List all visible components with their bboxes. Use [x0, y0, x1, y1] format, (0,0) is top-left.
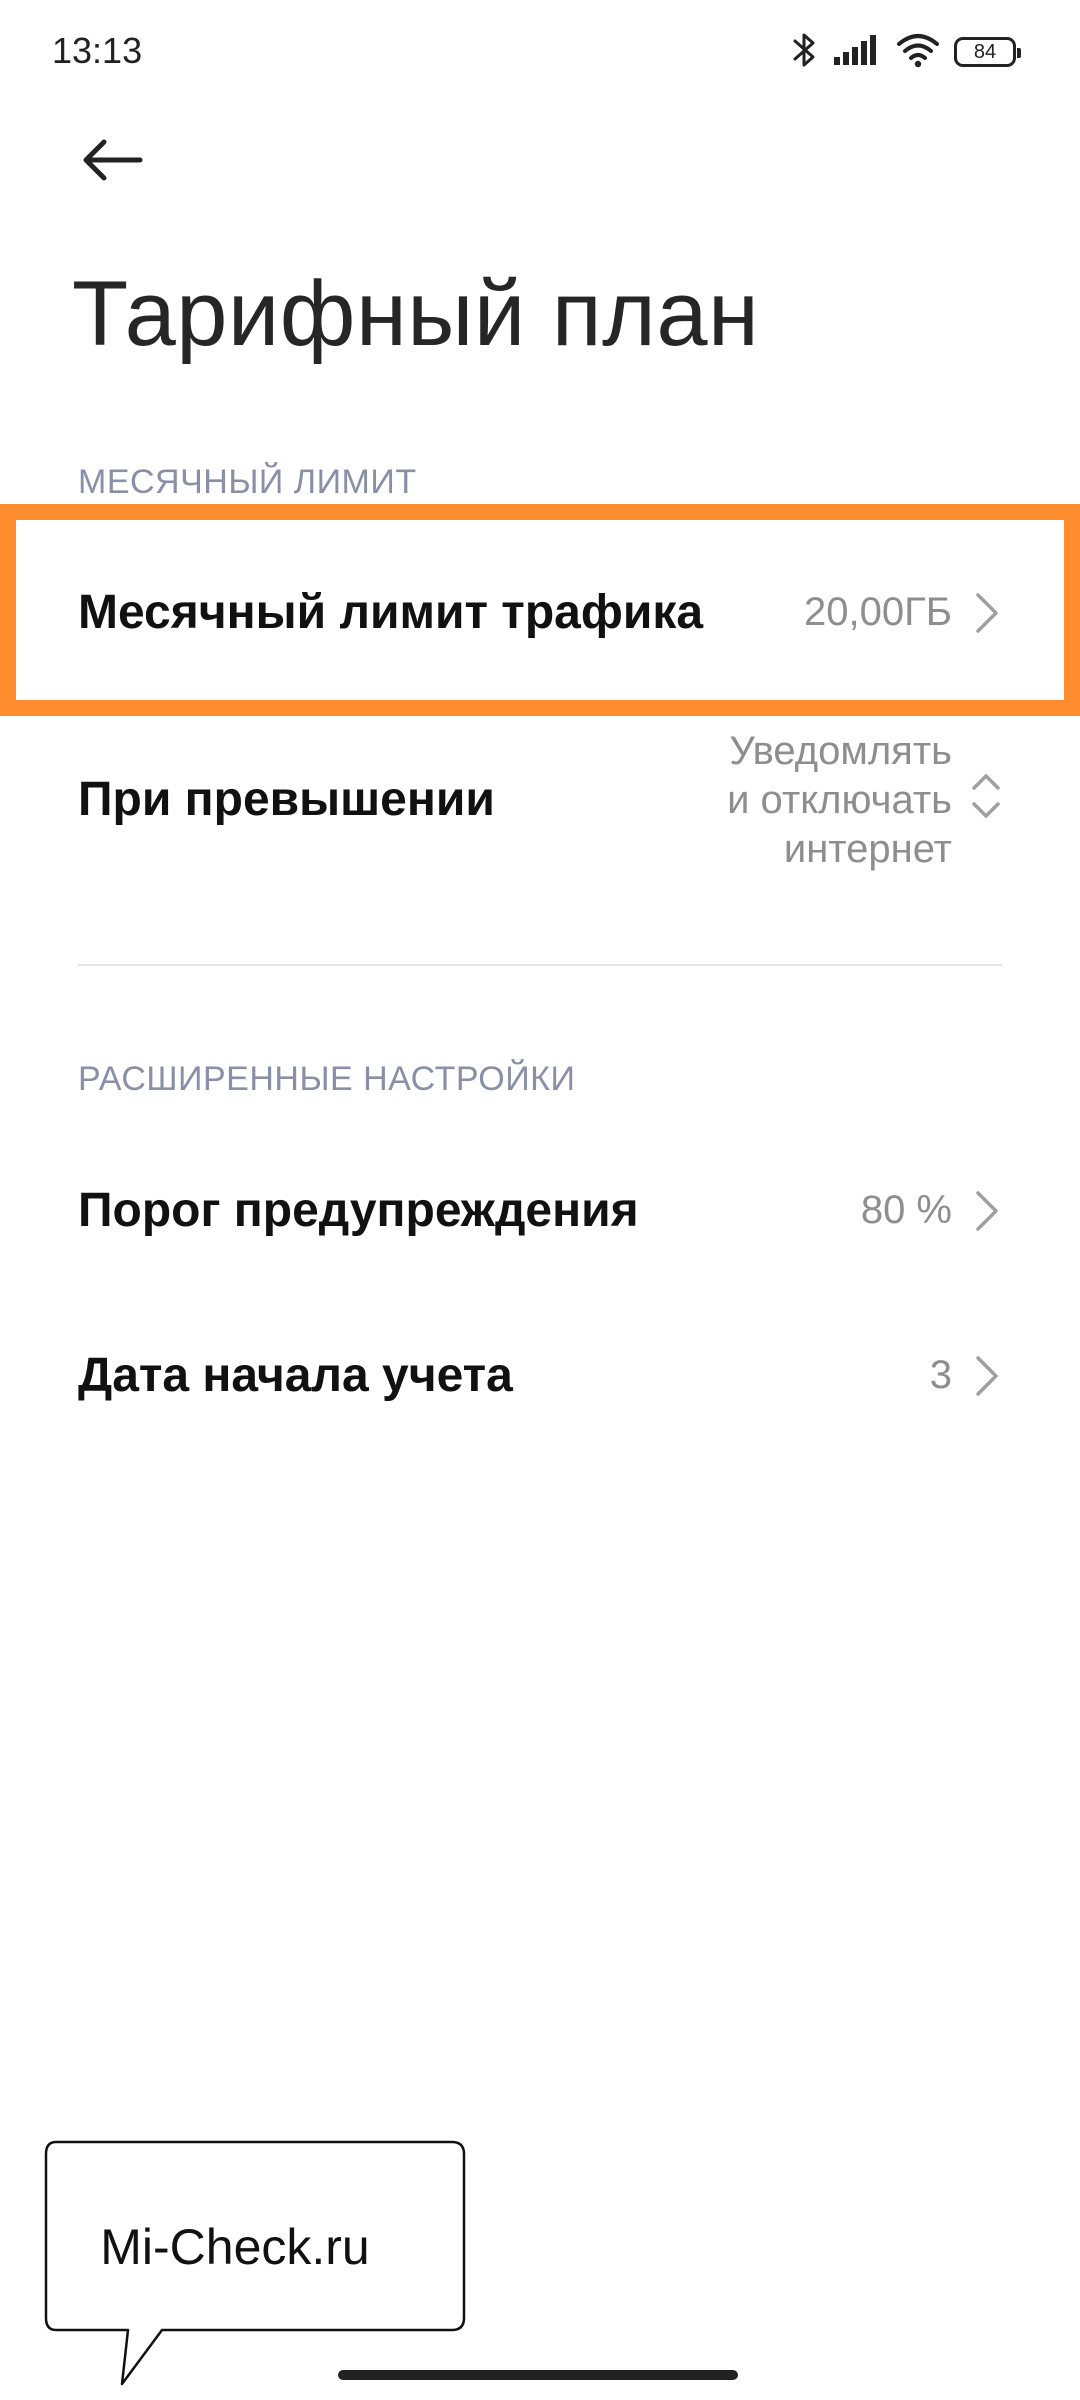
row-value: 20,00ГБ — [803, 590, 952, 634]
page-title: Тарифный план — [72, 263, 760, 365]
monthly-traffic-limit-row[interactable]: Месячный лимит трафика 20,00ГБ — [0, 520, 1080, 710]
chevron-right-icon — [968, 591, 1004, 635]
signal-icon — [832, 33, 882, 72]
row-value: Уведомлять и отключать интернет — [727, 727, 952, 874]
value-line: и отключать — [727, 778, 952, 822]
wifi-icon — [896, 32, 940, 73]
value-line: Уведомлять — [729, 729, 952, 773]
chevron-right-icon — [968, 1354, 1004, 1398]
value-line: интернет — [783, 827, 952, 871]
bluetooth-icon — [792, 30, 818, 75]
back-button[interactable] — [70, 120, 154, 204]
section-header-advanced-settings: РАСШИРЕННЫЕ НАСТРОЙКИ — [78, 1060, 576, 1098]
section-header-monthly-limit: МЕСЯЧНЫЙ ЛИМИТ — [78, 463, 417, 501]
battery-icon: 84 — [954, 37, 1021, 67]
row-label: При превышении — [78, 773, 495, 826]
battery-level: 84 — [973, 40, 997, 63]
home-indicator[interactable] — [338, 2370, 738, 2380]
row-label: Порог предупреждения — [78, 1184, 639, 1237]
on-limit-exceeded-row[interactable]: При превышении Уведомлять и отключать ин… — [0, 715, 1080, 895]
row-value: 80 % — [860, 1188, 952, 1232]
billing-start-date-row[interactable]: Дата начала учета 3 — [0, 1300, 1080, 1460]
section-divider — [78, 964, 1002, 966]
watermark-text: Mi-Check.ru — [100, 2219, 370, 2275]
warning-threshold-row[interactable]: Порог предупреждения 80 % — [0, 1130, 1080, 1290]
chevron-right-icon — [968, 1189, 1004, 1233]
chevron-up-down-icon — [968, 768, 1004, 824]
row-value: 3 — [929, 1353, 952, 1397]
status-time: 13:13 — [52, 30, 143, 71]
row-label: Дата начала учета — [78, 1349, 513, 1402]
arrow-left-icon — [80, 136, 144, 189]
row-label: Месячный лимит трафика — [78, 586, 704, 639]
status-icons: 84 — [792, 30, 1021, 75]
status-bar: 13:13 84 — [0, 0, 1080, 100]
